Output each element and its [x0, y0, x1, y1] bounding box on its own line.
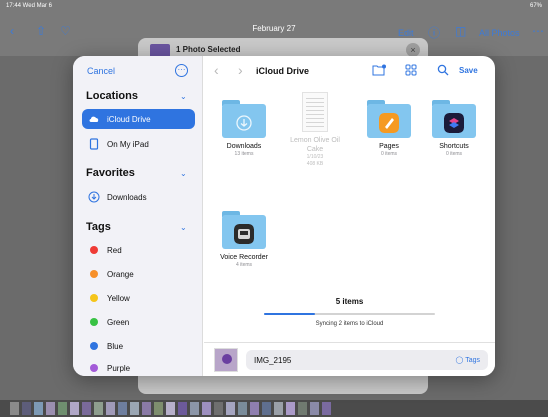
- battery-level: 67%: [529, 3, 542, 9]
- sidebar-item-label: Green: [107, 318, 130, 327]
- folder-item-voice-recorder[interactable]: Voice Recorder 4 items: [215, 211, 273, 269]
- yellow-tag-dot-icon: [90, 294, 98, 302]
- sidebar-item-label: On My iPad: [107, 140, 149, 149]
- trash-icon[interactable]: ◫: [455, 24, 466, 38]
- forward-icon[interactable]: ›: [238, 62, 243, 78]
- status-time: 17:44 Wed Mar 6: [6, 3, 52, 9]
- item-size: 408 KB: [306, 161, 324, 167]
- photo-thumbnail: [214, 348, 238, 372]
- more-icon[interactable]: ⋯: [532, 24, 544, 38]
- download-icon: [88, 191, 100, 203]
- item-name: Voice Recorder: [220, 254, 268, 261]
- location-title: iCloud Drive: [256, 66, 310, 76]
- sidebar-item-label: Purple: [107, 364, 131, 373]
- file-browser: ‹ › iCloud Drive Save Downloads 13 items…: [204, 56, 495, 376]
- document-item-lemon-olive-oil-cake[interactable]: Lemon Olive Oil Cake 1/10/23 408 KB: [287, 92, 343, 168]
- ipad-icon: [89, 138, 99, 150]
- sync-progress-bar: [264, 313, 435, 315]
- sidebar-item-label: iCloud Drive: [107, 115, 151, 124]
- folder-icon: [432, 100, 476, 138]
- item-name: Lemon Olive Oil Cake: [290, 137, 340, 153]
- sidebar-item-tag-red[interactable]: Red: [82, 240, 195, 260]
- back-icon[interactable]: ‹: [214, 62, 219, 78]
- item-meta: 4 items: [235, 262, 253, 268]
- picker-sidebar: Cancel ··· Locations ⌄ iCloud Drive On M…: [73, 56, 203, 376]
- blue-tag-dot-icon: [90, 342, 98, 350]
- cloud-icon: [89, 116, 99, 122]
- edit-button[interactable]: Edit: [398, 28, 414, 38]
- favorites-header[interactable]: Favorites: [86, 167, 135, 179]
- sidebar-item-icloud-drive[interactable]: iCloud Drive: [82, 109, 195, 129]
- save-button[interactable]: Save: [459, 66, 478, 75]
- document-thumbnail: [302, 92, 328, 132]
- cancel-button[interactable]: Cancel: [87, 66, 115, 76]
- sidebar-item-tag-purple[interactable]: Purple: [82, 358, 195, 376]
- tag-icon: ◯: [455, 357, 464, 364]
- info-icon[interactable]: ⓘ: [428, 24, 440, 41]
- status-bar: 17:44 Wed Mar 6 67%: [0, 0, 548, 12]
- all-photos-button[interactable]: All Photos: [479, 28, 520, 38]
- item-meta: 1/10/23: [306, 154, 324, 160]
- sidebar-item-downloads[interactable]: Downloads: [82, 187, 195, 207]
- filename-field[interactable]: IMG_2195 ◯ Tags: [246, 350, 488, 370]
- sidebar-item-label: Downloads: [107, 193, 147, 202]
- purple-tag-dot-icon: [90, 364, 98, 372]
- sidebar-item-on-my-ipad[interactable]: On My iPad: [82, 134, 195, 154]
- file-picker-dialog: Cancel ··· Locations ⌄ iCloud Drive On M…: [73, 56, 495, 376]
- item-name: Downloads: [226, 143, 262, 150]
- more-options-icon[interactable]: ···: [175, 64, 188, 77]
- green-tag-dot-icon: [90, 318, 98, 326]
- item-name: Shortcuts: [439, 143, 469, 150]
- sidebar-item-label: Yellow: [107, 294, 130, 303]
- sidebar-item-tag-green[interactable]: Green: [82, 312, 195, 332]
- tags-button[interactable]: ◯ Tags: [456, 356, 480, 364]
- sidebar-item-label: Orange: [107, 270, 134, 279]
- photo-filmstrip[interactable]: [0, 400, 548, 417]
- sidebar-item-label: Red: [107, 246, 122, 255]
- folder-icon: [222, 100, 266, 138]
- pages-app-icon: [379, 113, 399, 133]
- tags-header[interactable]: Tags: [86, 221, 111, 233]
- grid-view-icon[interactable]: [405, 64, 417, 76]
- close-icon[interactable]: ×: [406, 43, 420, 57]
- red-tag-dot-icon: [90, 246, 98, 254]
- item-meta: 0 items: [445, 151, 463, 157]
- sync-status: Syncing 2 items to iCloud: [315, 321, 384, 327]
- search-icon[interactable]: [437, 64, 449, 76]
- item-count: 5 items: [335, 297, 364, 306]
- sidebar-item-tag-yellow[interactable]: Yellow: [82, 288, 195, 308]
- sidebar-item-label: Blue: [107, 342, 124, 351]
- folder-item-shortcuts[interactable]: Shortcuts 0 items: [425, 100, 483, 158]
- new-folder-icon[interactable]: [372, 64, 386, 76]
- folder-item-pages[interactable]: Pages 0 items: [360, 100, 418, 158]
- chevron-down-icon[interactable]: ⌄: [180, 169, 187, 178]
- sidebar-item-tag-orange[interactable]: Orange: [82, 264, 195, 284]
- folder-item-downloads[interactable]: Downloads 13 items: [215, 100, 273, 158]
- chevron-down-icon[interactable]: ⌄: [180, 223, 187, 232]
- tags-label: Tags: [465, 357, 480, 364]
- folder-icon: [222, 211, 266, 249]
- voice-recorder-app-icon: [234, 224, 254, 244]
- download-icon: [236, 115, 252, 131]
- shortcuts-app-icon: [444, 113, 464, 133]
- filename-value[interactable]: IMG_2195: [254, 356, 291, 365]
- orange-tag-dot-icon: [90, 270, 98, 278]
- chevron-down-icon[interactable]: ⌄: [180, 92, 187, 101]
- sync-progress-fill: [264, 313, 316, 315]
- item-meta: 0 items: [380, 151, 398, 157]
- item-name: Pages: [379, 143, 399, 150]
- folder-icon: [367, 100, 411, 138]
- share-sheet-title: 1 Photo Selected: [176, 45, 241, 54]
- item-meta: 13 items: [234, 151, 254, 157]
- sidebar-item-tag-blue[interactable]: Blue: [82, 336, 195, 356]
- save-bar: IMG_2195 ◯ Tags: [204, 342, 495, 376]
- locations-header[interactable]: Locations: [86, 90, 138, 102]
